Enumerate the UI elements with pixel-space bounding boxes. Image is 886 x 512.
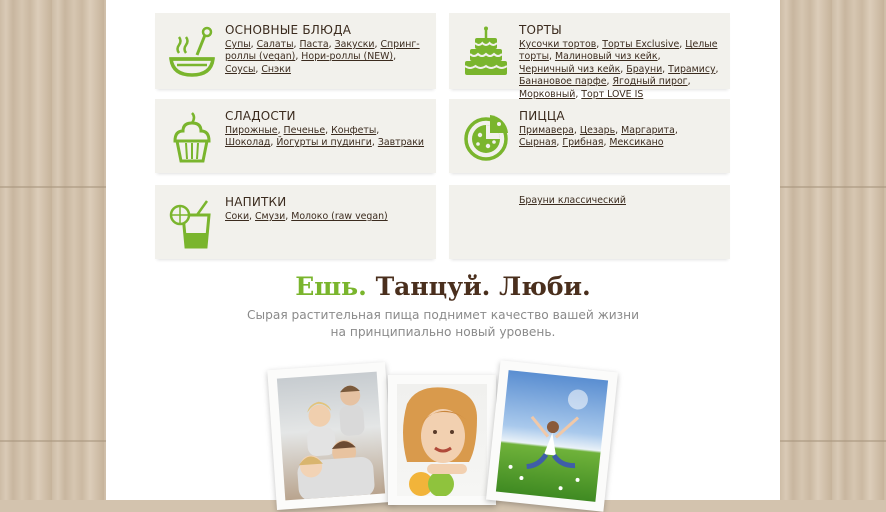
wood-background-left xyxy=(0,0,106,500)
subtitle-line-2: на принципиально новый уровень. xyxy=(330,325,556,339)
category-links: Брауни классический xyxy=(519,195,719,207)
layer-cake-icon xyxy=(461,25,511,77)
photo-family xyxy=(267,362,395,510)
category-links: Примавера, Цезарь, Маргарита, Сырная, Гр… xyxy=(519,125,678,149)
link-carrot-cake[interactable]: Морковный xyxy=(519,89,575,100)
link-soups[interactable]: Супы xyxy=(225,39,251,50)
category-title: ПИЦЦА xyxy=(519,109,565,123)
category-card-sweets: СЛАДОСТИ Пирожные, Печенье, Конфеты, Шок… xyxy=(155,99,436,173)
cupcake-icon xyxy=(167,111,217,163)
slogan-eat: Ешь. xyxy=(295,272,367,301)
link-cake-slices[interactable]: Кусочки тортов xyxy=(519,39,596,50)
link-yogurts-puddings[interactable]: Йогурты и пудинги xyxy=(276,137,372,148)
link-primavera[interactable]: Примавера xyxy=(519,125,574,136)
link-chocolate[interactable]: Шоколад xyxy=(225,137,270,148)
category-card-cakes: ТОРТЫ Кусочки тортов, Торты Exclusive, Ц… xyxy=(449,13,730,100)
category-links: Кусочки тортов, Торты Exclusive, Целые т… xyxy=(519,39,719,100)
link-sauces[interactable]: Соусы xyxy=(225,64,255,75)
slogan-heading: Ешь. Танцуй. Люби. xyxy=(0,272,886,301)
link-smoothies[interactable]: Смузи xyxy=(255,211,285,222)
category-card-drinks: НАПИТКИ Соки, Смузи, Молоко (raw vegan) xyxy=(155,185,436,259)
link-margherita[interactable]: Маргарита xyxy=(621,125,675,136)
link-cookies[interactable]: Печенье xyxy=(284,125,326,136)
juice-glass-icon xyxy=(167,197,217,249)
link-berry-pie[interactable]: Ягодный пирог xyxy=(613,76,688,87)
slogan-subtitle: Сырая растительная пища поднимет качеств… xyxy=(0,307,886,341)
link-mushroom[interactable]: Грибная xyxy=(562,137,603,148)
link-cakes-exclusive[interactable]: Торты Exclusive xyxy=(602,39,679,50)
link-tiramisu[interactable]: Тирамису xyxy=(668,64,715,75)
pizza-icon xyxy=(461,111,511,163)
link-caesar[interactable]: Цезарь xyxy=(580,125,615,136)
category-links: Супы, Салаты, Паста, Закуски, Спринг-рол… xyxy=(225,39,420,75)
link-candies[interactable]: Конфеты xyxy=(331,125,376,136)
wood-background-right xyxy=(780,0,886,500)
link-breakfasts[interactable]: Завтраки xyxy=(378,137,424,148)
category-title: ТОРТЫ xyxy=(519,23,562,37)
category-title: ОСНОВНЫЕ БЛЮДА xyxy=(225,23,352,37)
link-banana-parfait[interactable]: Банановое парфе xyxy=(519,76,607,87)
link-pasta[interactable]: Паста xyxy=(299,39,328,50)
link-brownie[interactable]: Брауни xyxy=(626,64,662,75)
link-pastries[interactable]: Пирожные xyxy=(225,125,278,136)
category-card-extra: Брауни классический xyxy=(449,185,730,259)
subtitle-line-1: Сырая растительная пища поднимет качеств… xyxy=(246,308,639,322)
soup-bowl-icon xyxy=(167,25,217,77)
photo-woman xyxy=(388,375,496,505)
link-mexicano[interactable]: Мексикано xyxy=(609,137,663,148)
link-classic-brownie[interactable]: Брауни классический xyxy=(519,195,626,206)
link-salads[interactable]: Салаты xyxy=(257,39,294,50)
link-love-is-cake[interactable]: Торт LOVE IS xyxy=(581,89,643,100)
link-blueberry-cheesecake[interactable]: Черничный чиз кейк xyxy=(519,64,620,75)
link-juices[interactable]: Соки xyxy=(225,211,249,222)
link-raspberry-cheesecake[interactable]: Малиновый чиз кейк xyxy=(555,51,658,62)
category-card-pizza: ПИЦЦА Примавера, Цезарь, Маргарита, Сырн… xyxy=(449,99,730,173)
category-links: Соки, Смузи, Молоко (raw vegan) xyxy=(225,211,388,222)
category-title: НАПИТКИ xyxy=(225,195,287,209)
slogan-dance-love: Танцуй. Люби. xyxy=(375,272,591,301)
link-raw-vegan-milk[interactable]: Молоко (raw vegan) xyxy=(291,211,387,222)
link-snacks[interactable]: Закуски xyxy=(335,39,375,50)
category-links: Пирожные, Печенье, Конфеты, Шоколад, Йог… xyxy=(225,125,425,149)
link-cheese[interactable]: Сырная xyxy=(519,137,556,148)
photo-nature xyxy=(486,360,618,512)
link-nori-rolls[interactable]: Нори-роллы (NEW) xyxy=(301,51,393,62)
category-card-main-dishes: ОСНОВНЫЕ БЛЮДА Супы, Салаты, Паста, Заку… xyxy=(155,13,436,89)
category-title: СЛАДОСТИ xyxy=(225,109,296,123)
link-chips[interactable]: Снэки xyxy=(261,64,291,75)
